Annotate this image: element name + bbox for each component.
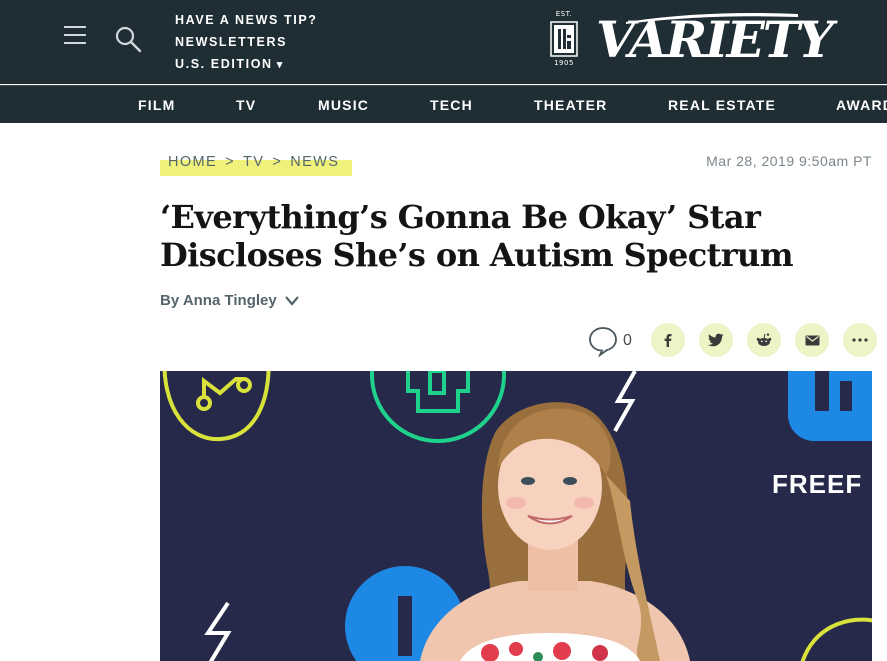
edition-selector[interactable]: U.S. EDITION ▾ (175, 53, 318, 76)
reddit-share-button[interactable] (747, 323, 781, 357)
backdrop-yellow-arc (800, 617, 872, 661)
caret-down-icon: ▾ (276, 59, 284, 71)
nav-item-awards[interactable]: AWARDS (836, 86, 887, 123)
search-icon[interactable] (114, 25, 142, 53)
author-link[interactable]: Anna Tingley (183, 292, 277, 309)
nav-item-film[interactable]: FILM (138, 86, 175, 123)
est-badge: EST. 1905 (547, 10, 581, 68)
reddit-icon (756, 333, 772, 346)
section-nav: FILM TV MUSIC TECH THEATER REAL ESTATE A… (0, 85, 887, 123)
variety-logo[interactable]: VARIETY (596, 5, 834, 75)
breadcrumb: HOME > TV > NEWS (160, 152, 352, 176)
publish-timestamp: Mar 28, 2019 9:50am PT (706, 153, 872, 169)
backdrop-green-logo (370, 371, 506, 443)
header-links: HAVE A NEWS TIP? NEWSLETTERS U.S. EDITIO… (175, 9, 318, 76)
nav-item-theater[interactable]: THEATER (534, 86, 607, 123)
nav-item-tv[interactable]: TV (236, 86, 256, 123)
breadcrumb-separator: > (272, 154, 283, 170)
headline-line-2: Discloses She’s on Autism Spectrum (160, 236, 794, 274)
twitter-icon (708, 333, 724, 347)
breadcrumb-news[interactable]: NEWS (290, 152, 339, 172)
breadcrumb-tv[interactable]: TV (243, 152, 264, 172)
hero-illustration: FREEF (162, 371, 872, 661)
top-header: HAVE A NEWS TIP? NEWSLETTERS U.S. EDITIO… (0, 0, 887, 84)
backdrop-yellow-logo (162, 371, 271, 442)
more-icon (852, 338, 868, 342)
email-icon (805, 335, 819, 345)
breadcrumb-home[interactable]: HOME (168, 152, 217, 172)
comment-count[interactable]: 0 (623, 332, 632, 350)
facebook-icon (664, 334, 672, 347)
est-label: EST. (555, 10, 573, 18)
article-headline: ‘Everything’s Gonna Be Okay’ Star Disclo… (160, 198, 860, 274)
backdrop-lightning (613, 371, 637, 432)
badge-emblem-icon (550, 21, 578, 57)
facebook-share-button[interactable] (651, 323, 685, 357)
twitter-share-button[interactable] (699, 323, 733, 357)
hero-image: FREEF (160, 371, 872, 661)
breadcrumb-separator: > (225, 154, 235, 170)
backdrop-blue-logo (788, 371, 872, 441)
byline-prefix: By Anna Tingley (160, 292, 277, 309)
hamburger-icon[interactable] (64, 26, 86, 46)
comment-icon[interactable] (587, 325, 619, 357)
nav-item-real-estate[interactable]: REAL ESTATE (668, 86, 776, 123)
nav-item-music[interactable]: MUSIC (318, 86, 369, 123)
backdrop-lightning-2 (204, 601, 232, 661)
newsletters-link[interactable]: NEWSLETTERS (175, 31, 318, 53)
nav-item-tech[interactable]: TECH (430, 86, 473, 123)
byline: By Anna Tingley (160, 292, 299, 309)
more-share-button[interactable] (843, 323, 877, 357)
news-tip-link[interactable]: HAVE A NEWS TIP? (175, 9, 318, 31)
email-share-button[interactable] (795, 323, 829, 357)
headline-line-1: ‘Everything’s Gonna Be Okay’ Star (160, 198, 761, 236)
backdrop-text: FREEF (772, 469, 862, 499)
edition-label: U.S. EDITION (175, 57, 273, 71)
person-figure (420, 402, 690, 661)
est-year: 1905 (554, 59, 574, 67)
chevron-down-icon[interactable] (284, 295, 299, 306)
